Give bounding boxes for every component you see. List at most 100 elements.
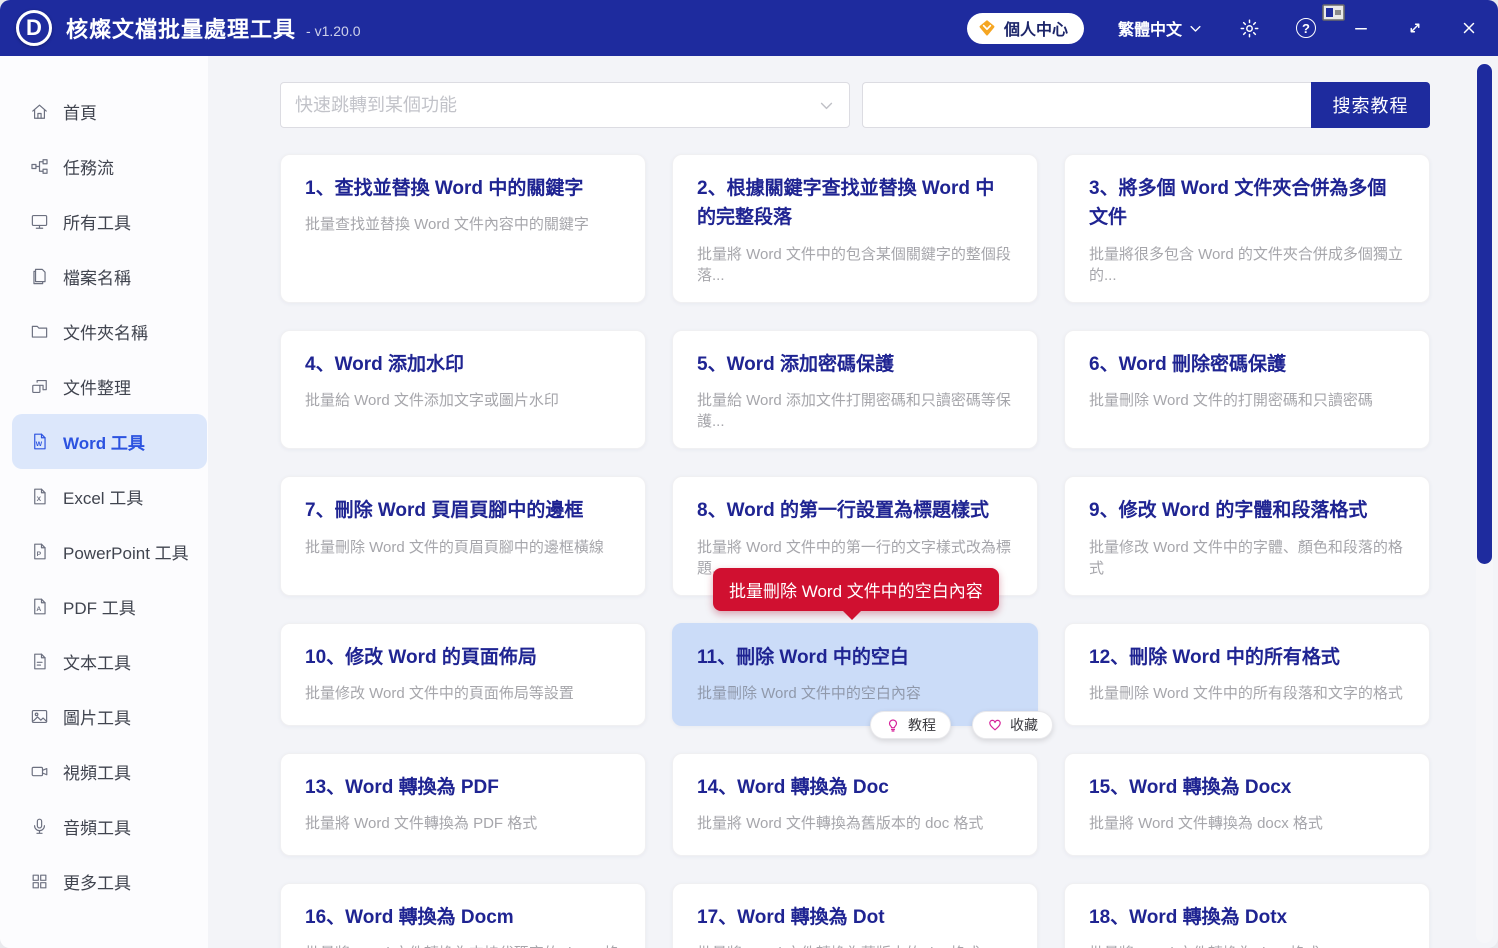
sidebar-item-label: PowerPoint 工具: [63, 544, 189, 563]
tutorial-search-input[interactable]: [862, 82, 1311, 128]
close-button[interactable]: [1460, 19, 1478, 37]
tool-card-description: 批量修改 Word 文件中的頁面佈局等設置: [305, 685, 574, 703]
svg-text:W: W: [36, 441, 43, 448]
sidebar-item-label: PDF 工具: [63, 599, 136, 618]
word-doc-icon: W: [30, 432, 50, 452]
pdf-doc-icon: A: [30, 597, 50, 617]
tool-card-title: 6、Word 刪除密碼保護: [1089, 353, 1287, 375]
tool-card[interactable]: 1、查找並替換 Word 中的關鍵字 批量查找並替換 Word 文件內容中的關鍵…: [280, 154, 646, 303]
tool-card[interactable]: 13、Word 轉換為 PDF 批量將 Word 文件轉換為 PDF 格式: [280, 752, 646, 856]
tool-card-description: 批量刪除 Word 文件中的空白內容: [697, 685, 921, 703]
tool-card-title: 10、修改 Word 的頁面佈局: [305, 646, 537, 668]
tool-card-title: 16、Word 轉換為 Docm: [305, 906, 514, 928]
minimize-button[interactable]: [1352, 19, 1370, 37]
tool-card[interactable]: 9、修改 Word 的字體和段落格式 批量修改 Word 文件中的字體、顏色和段…: [1064, 476, 1430, 596]
search-tutorial-button[interactable]: 搜索教程: [1311, 82, 1430, 128]
sidebar-item-label: 圖片工具: [63, 709, 131, 728]
audio-icon: [30, 817, 50, 837]
svg-text:X: X: [37, 496, 42, 503]
personal-center-label: 個人中心: [1003, 22, 1068, 39]
sidebar-item-home[interactable]: 首頁: [0, 84, 207, 139]
tool-card-title: 4、Word 添加水印: [305, 353, 465, 375]
tool-card-description: 批量刪除 Word 文件的打開密碼和只讀密碼: [1089, 392, 1373, 410]
tool-card-description: 批量將很多包含 Word 的文件夾合併成多個獨立的...: [1089, 245, 1403, 284]
settings-gear-icon[interactable]: [1239, 18, 1260, 39]
tool-card-description: 批量刪除 Word 文件的頁眉頁腳中的邊框橫線: [305, 538, 604, 556]
chevron-down-icon: [818, 97, 835, 114]
help-icon[interactable]: ?: [1296, 18, 1316, 38]
main-content: 搜索教程 1、查找並替換 Word 中的關鍵字 批量查找並替換 Word 文件內…: [208, 56, 1498, 948]
tool-card-title: 17、Word 轉換為 Dot: [697, 906, 885, 928]
tool-card[interactable]: 14、Word 轉換為 Doc 批量將 Word 文件轉換為舊版本的 doc 格…: [672, 752, 1038, 856]
image-icon: [30, 707, 50, 727]
tool-card[interactable]: 6、Word 刪除密碼保護 批量刪除 Word 文件的打開密碼和只讀密碼: [1064, 329, 1430, 450]
tool-card[interactable]: 4、Word 添加水印 批量給 Word 文件添加文字或圖片水印: [280, 329, 646, 450]
favorite-button[interactable]: 收藏: [972, 710, 1053, 739]
sidebar-item-workflow[interactable]: 任務流: [0, 139, 207, 194]
quick-jump-select[interactable]: [280, 82, 850, 128]
sidebar-nav: 首頁 任務流 所有工具 檔案名稱 文件夾名稱 文件整理 W Word 工具 X …: [0, 56, 208, 948]
chevron-down-icon: [1188, 21, 1203, 36]
organize-icon: [30, 377, 50, 397]
sidebar-item-ppt-doc[interactable]: P PowerPoint 工具: [0, 524, 207, 579]
tool-card-title: 1、查找並替換 Word 中的關鍵字: [305, 178, 584, 199]
tutorial-search-group: 搜索教程: [862, 82, 1430, 128]
home-icon: [30, 102, 50, 122]
scrollbar-thumb[interactable]: [1477, 64, 1492, 564]
video-icon: [30, 762, 50, 782]
svg-text:A: A: [36, 606, 41, 613]
lightbulb-icon: [885, 717, 901, 733]
tool-card[interactable]: 15、Word 轉換為 Docx 批量將 Word 文件轉換為 docx 格式: [1064, 752, 1430, 856]
sidebar-item-audio[interactable]: 音頻工具: [0, 799, 207, 854]
sidebar-item-pdf-doc[interactable]: A PDF 工具: [0, 579, 207, 634]
excel-doc-icon: X: [30, 487, 50, 507]
tool-card-description: 批量刪除 Word 文件中的所有段落和文字的格式: [1089, 685, 1403, 703]
card-action-buttons: 教程 收藏: [870, 710, 1053, 739]
tool-card[interactable]: 3、將多個 Word 文件夾合併為多個文件 批量將很多包含 Word 的文件夾合…: [1064, 154, 1430, 303]
sidebar-item-label: 首頁: [63, 104, 97, 123]
tool-card[interactable]: 11、刪除 Word 中的空白 批量刪除 Word 文件中的空白內容 批量刪除 …: [672, 567, 1053, 739]
tool-card-description: 批量將 Word 文件中的包含某個關鍵字的整個段落...: [697, 245, 1011, 284]
maximize-button[interactable]: [1406, 19, 1424, 37]
tool-card-title: 3、將多個 Word 文件夾合併為多個文件: [1089, 178, 1387, 229]
text-doc-icon: [30, 652, 50, 672]
tool-card-description: 批量給 Word 文件添加文字或圖片水印: [305, 392, 559, 410]
personal-center-button[interactable]: 個人中心: [966, 12, 1084, 44]
tool-card-title: 18、Word 轉換為 Dotx: [1089, 906, 1288, 928]
sidebar-item-organize[interactable]: 文件整理: [0, 359, 207, 414]
tool-card[interactable]: 16、Word 轉換為 Docm 批量將 Word 文件轉換為支持代碼宏的 do…: [280, 882, 646, 948]
tool-tooltip: 批量刪除 Word 文件中的空白內容: [713, 567, 999, 620]
tool-card[interactable]: 17、Word 轉換為 Dot 批量將 Word 文件轉換為舊版本的 dot 格…: [672, 882, 1038, 948]
tool-card-description: 批量修改 Word 文件中的字體、顏色和段落的格式: [1089, 538, 1403, 577]
scrollbar-track[interactable]: [1476, 62, 1493, 943]
tool-card[interactable]: 7、刪除 Word 頁眉頁腳中的邊框 批量刪除 Word 文件的頁眉頁腳中的邊框…: [280, 476, 646, 596]
sidebar-item-image[interactable]: 圖片工具: [0, 689, 207, 744]
tool-card[interactable]: 12、刪除 Word 中的所有格式 批量刪除 Word 文件中的所有段落和文字的…: [1064, 622, 1430, 726]
tool-card-title: 8、Word 的第一行設置為標題樣式: [697, 500, 990, 522]
tool-card[interactable]: 2、根據關鍵字查找並替換 Word 中的完整段落 批量將 Word 文件中的包含…: [672, 154, 1038, 303]
tool-card-description: 批量將 Word 文件轉換為 dotx 格式: [1089, 943, 1405, 948]
tool-card[interactable]: 18、Word 轉換為 Dotx 批量將 Word 文件轉換為 dotx 格式: [1064, 882, 1430, 948]
tool-card-description: 批量將 Word 文件轉換為舊版本的 doc 格式: [697, 815, 984, 833]
tool-card-description: 批量將 Word 文件轉換為 PDF 格式: [305, 815, 538, 833]
sidebar-item-excel-doc[interactable]: X Excel 工具: [0, 469, 207, 524]
tool-card[interactable]: 10、修改 Word 的頁面佈局 批量修改 Word 文件中的頁面佈局等設置: [280, 622, 646, 726]
tool-card-title: 12、刪除 Word 中的所有格式: [1089, 646, 1340, 668]
quick-jump-input[interactable]: [281, 83, 849, 127]
app-title: 核燦文檔批量處理工具: [66, 17, 297, 42]
language-selector[interactable]: 繁體中文: [1118, 16, 1203, 40]
app-version: - v1.20.0: [306, 23, 361, 39]
monitor-icon: [30, 212, 50, 232]
sidebar-item-monitor[interactable]: 所有工具: [0, 194, 207, 249]
sidebar-item-word-doc[interactable]: W Word 工具: [12, 414, 207, 469]
sidebar-item-video[interactable]: 視頻工具: [0, 744, 207, 799]
sidebar-item-folder[interactable]: 文件夾名稱: [0, 304, 207, 359]
tutorial-button[interactable]: 教程: [870, 710, 951, 739]
sidebar-item-text-doc[interactable]: 文本工具: [0, 634, 207, 689]
tool-card[interactable]: 5、Word 添加密碼保護 批量給 Word 添加文件打開密碼和只讀密碼等保護.…: [672, 329, 1038, 450]
sidebar-item-label: 所有工具: [63, 214, 131, 233]
sidebar-item-more-grid[interactable]: 更多工具: [0, 854, 207, 909]
sidebar-item-file-name[interactable]: 檔案名稱: [0, 249, 207, 304]
tool-card-description: 批量給 Word 添加文件打開密碼和只讀密碼等保護...: [697, 392, 1011, 431]
sidebar-item-label: Word 工具: [63, 434, 145, 453]
